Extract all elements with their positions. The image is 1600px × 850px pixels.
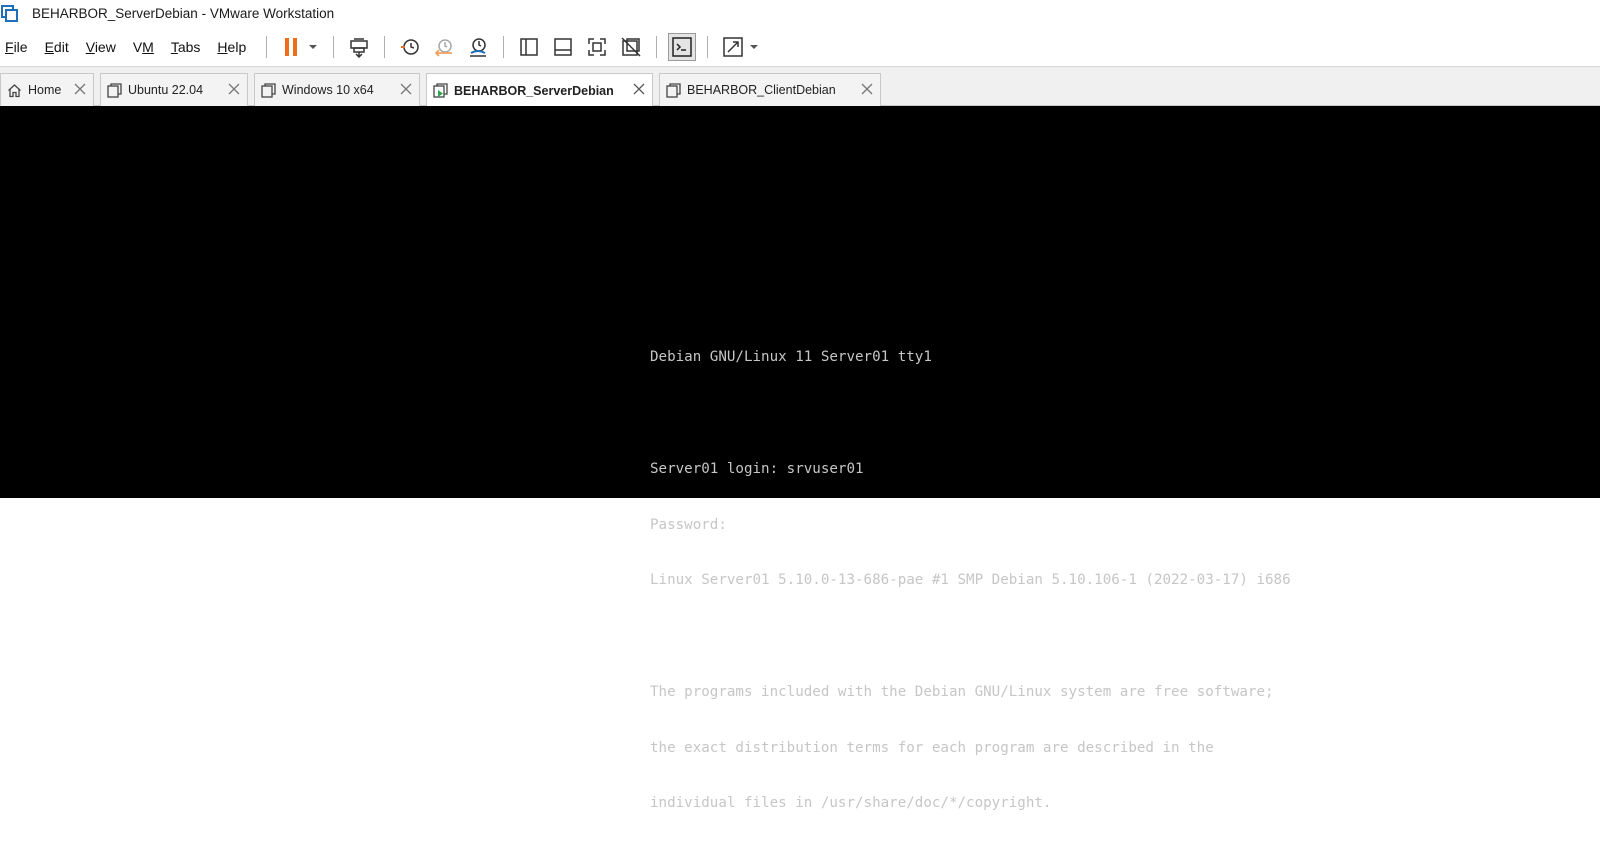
unity-icon (621, 36, 641, 57)
vm-console[interactable]: Debian GNU/Linux 11 Server01 tty1 Server… (0, 106, 1600, 811)
terminal-output: Debian GNU/Linux 11 Server01 tty1 Server… (650, 311, 1291, 850)
vm-icon (261, 82, 276, 98)
console-view-icon (672, 36, 692, 57)
toolbar-separator (656, 35, 658, 58)
show-library-button[interactable] (515, 33, 543, 61)
menu-toolbar: File Edit View VM Tabs Help (0, 27, 1600, 67)
menu-file[interactable]: File (5, 39, 28, 55)
take-snapshot-button[interactable] (396, 33, 424, 61)
vm-icon (107, 82, 122, 98)
unity-button[interactable] (617, 33, 645, 61)
tab-windows[interactable]: Windows 10 x64 (254, 73, 420, 106)
chevron-down-icon (750, 44, 759, 49)
terminal-line: the exact distribution terms for each pr… (650, 739, 1214, 756)
revert-snapshot-icon (434, 38, 453, 57)
chevron-down-icon (309, 44, 318, 49)
console-view-button[interactable] (668, 32, 697, 61)
close-icon[interactable] (399, 82, 413, 96)
thumbnail-view-icon (554, 37, 572, 56)
terminal-line: Debian GNU/Linux 11 Server01 tty1 (650, 349, 932, 366)
pause-dropdown[interactable] (307, 33, 319, 61)
tab-home[interactable]: Home (0, 73, 94, 106)
snapshot-manager-icon (470, 37, 487, 57)
vmware-icon (1, 5, 18, 22)
tab-beharbor-client[interactable]: BEHARBOR_ClientDebian (659, 73, 881, 106)
menu-edit[interactable]: Edit (45, 39, 69, 55)
terminal-line: Server01 login: srvuser01 (650, 460, 864, 477)
tab-label: Windows 10 x64 (282, 83, 374, 97)
terminal-line: The programs included with the Debian GN… (650, 683, 1274, 700)
full-screen-button[interactable] (583, 33, 611, 61)
send-ctrl-alt-del-icon (350, 37, 368, 58)
stretch-dropdown[interactable] (748, 33, 760, 61)
toolbar-separator (266, 35, 268, 58)
terminal-line: Password: (650, 516, 727, 533)
close-icon[interactable] (860, 82, 874, 96)
tab-ubuntu[interactable]: Ubuntu 22.04 (100, 73, 248, 106)
show-thumbnail-button[interactable] (549, 33, 577, 61)
tab-label: BEHARBOR_ClientDebian (687, 83, 836, 97)
window-title: BEHARBOR_ServerDebian - VMware Workstati… (32, 6, 335, 21)
menu-view[interactable]: View (86, 39, 116, 55)
revert-snapshot-button[interactable] (430, 33, 458, 61)
vm-icon (666, 82, 681, 98)
terminal-line: Linux Server01 5.10.0-13-686-pae #1 SMP … (650, 572, 1291, 589)
vm-running-icon (433, 83, 448, 98)
stretch-icon (723, 36, 743, 57)
send-ctrl-alt-del-button[interactable] (345, 33, 373, 61)
pause-icon (285, 37, 298, 56)
snapshot-manager-button[interactable] (464, 33, 492, 61)
home-icon (7, 83, 22, 98)
menu-help[interactable]: Help (217, 39, 246, 55)
close-icon[interactable] (227, 82, 241, 96)
tab-label: Ubuntu 22.04 (128, 83, 204, 97)
tab-strip: Home Ubuntu 22.04 Windows 10 x64 BEHARBO… (0, 67, 1600, 107)
toolbar-separator (503, 35, 505, 58)
library-view-icon (520, 37, 538, 56)
title-bar: BEHARBOR_ServerDebian - VMware Workstati… (0, 0, 1600, 27)
terminal-line: individual files in /usr/share/doc/*/cop… (650, 795, 1052, 812)
pause-button[interactable] (278, 33, 306, 61)
toolbar-separator (384, 35, 386, 58)
snapshot-icon (401, 38, 419, 55)
toolbar-separator (707, 35, 709, 58)
tab-beharbor-server[interactable]: BEHARBOR_ServerDebian (426, 73, 653, 107)
menu-vm[interactable]: VM (133, 39, 154, 55)
menu-tabs[interactable]: Tabs (171, 39, 201, 55)
toolbar-separator (333, 35, 335, 58)
full-screen-icon (588, 37, 606, 56)
stretch-guest-button[interactable] (719, 33, 747, 61)
tab-label: Home (28, 83, 62, 97)
tab-label: BEHARBOR_ServerDebian (454, 83, 614, 98)
close-icon[interactable] (73, 82, 87, 96)
close-icon[interactable] (632, 82, 646, 96)
